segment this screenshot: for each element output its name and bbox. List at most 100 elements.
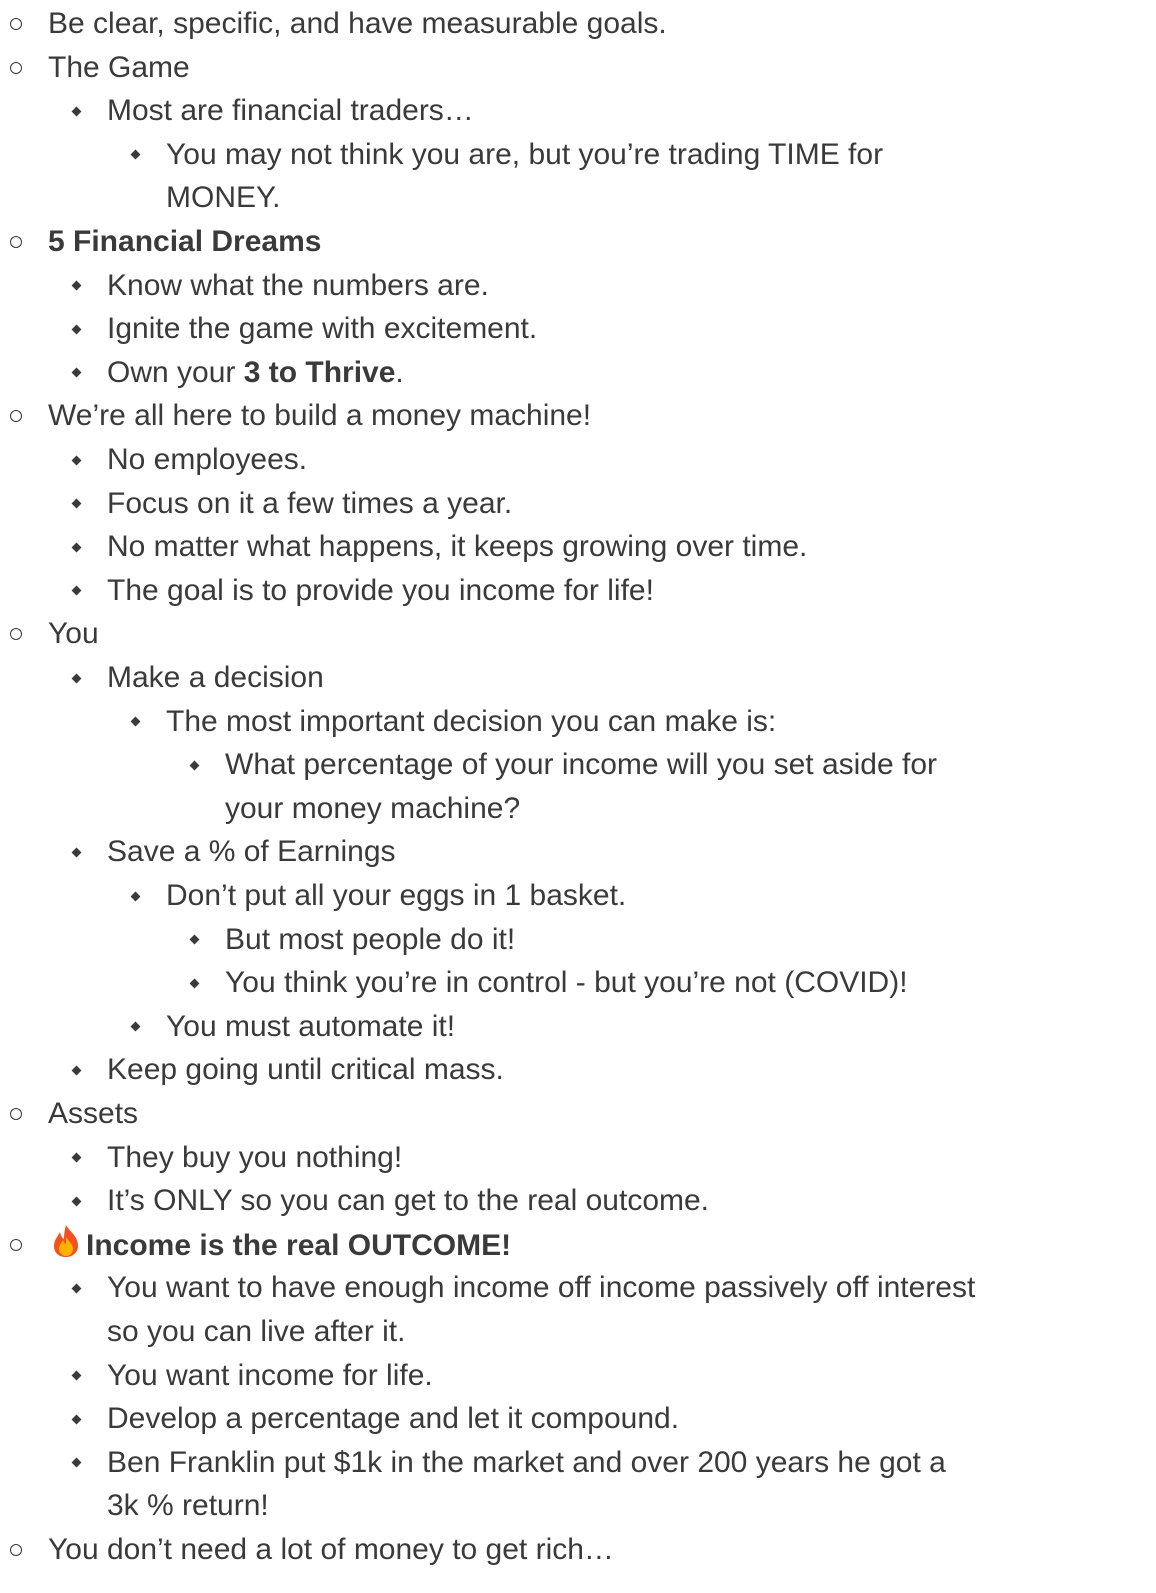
- diamond-bullet-icon: [184, 743, 204, 787]
- diamond-bullet-icon: [66, 438, 86, 482]
- outline-item-text: Be clear, specific, and have measurable …: [48, 2, 667, 46]
- circle-bullet-icon: [6, 1528, 26, 1572]
- outline-item-text: You don’t need a lot of money to get ric…: [48, 1528, 614, 1572]
- diamond-bullet-icon: [66, 1048, 86, 1092]
- fire-icon: [48, 1223, 84, 1272]
- outline-item-text: No matter what happens, it keeps growing…: [107, 525, 807, 569]
- diamond-bullet-icon: [184, 961, 204, 1005]
- outline-item-text: You want income for life.: [107, 1354, 433, 1398]
- text-segment: You want income for life.: [107, 1358, 433, 1392]
- outline-item-text: Make a decision: [107, 656, 324, 700]
- text-segment: You must automate it!: [166, 1009, 456, 1043]
- outline-item-text: Most are financial traders…: [107, 89, 474, 133]
- text-segment: .: [395, 355, 404, 389]
- text-segment: Ben Franklin put $1k in the market and o…: [107, 1445, 946, 1479]
- outline-item-text: You must automate it!: [166, 1005, 455, 1049]
- diamond-bullet-icon: [66, 1266, 86, 1310]
- outline-item-text: Income is the real OUTCOME!: [48, 1223, 511, 1267]
- text-segment: Know what the numbers are.: [107, 268, 489, 302]
- diamond-bullet-icon: [66, 351, 86, 395]
- text-segment: The Game: [48, 50, 190, 84]
- text-segment: Assets: [48, 1097, 139, 1130]
- circle-bullet-icon: [6, 220, 26, 264]
- text-segment: You want to have enough income off incom…: [107, 1271, 976, 1305]
- diamond-bullet-icon: [66, 307, 86, 351]
- text-segment: Don’t put all your eggs in 1 basket.: [166, 879, 627, 912]
- text-segment: your money machine?: [225, 791, 521, 825]
- diamond-bullet-icon: [184, 918, 204, 962]
- text-segment: No employees.: [107, 443, 308, 476]
- diamond-bullet-icon: [66, 89, 86, 133]
- outline-item-text: Know what the numbers are.: [107, 264, 489, 308]
- text-segment: 3k % return!: [107, 1489, 269, 1523]
- outline-item-text: They buy you nothing!: [107, 1136, 402, 1180]
- outline-item-text: Keep going until critical mass.: [107, 1048, 504, 1092]
- text-segment: You: [48, 617, 99, 651]
- diamond-bullet-icon: [125, 133, 145, 177]
- outline-item-text-continued: 3k % return!: [107, 1484, 269, 1528]
- outline-item-text: What percentage of your income will you …: [225, 743, 937, 787]
- outline-item-text: We’re all here to build a money machine!: [48, 394, 591, 438]
- text-segment: They buy you nothing!: [107, 1140, 403, 1174]
- diamond-bullet-icon: [66, 1397, 86, 1441]
- circle-bullet-icon: [6, 1223, 26, 1267]
- text-segment: It’s ONLY so you can get to the real out…: [107, 1184, 710, 1218]
- outline-item-text: 5 Financial Dreams: [48, 220, 321, 264]
- diamond-bullet-icon: [66, 656, 86, 700]
- text-segment: Keep going until critical mass.: [107, 1053, 504, 1087]
- diamond-bullet-icon: [66, 1136, 86, 1180]
- outline-item-text: It’s ONLY so you can get to the real out…: [107, 1179, 709, 1223]
- text-segment: so you can live after it.: [107, 1315, 406, 1348]
- outline-item-text: You think you’re in control - but you’re…: [225, 961, 908, 1005]
- outline-item-text: But most people do it!: [225, 918, 515, 962]
- text-segment: You may not think you are, but you’re tr…: [166, 137, 884, 171]
- diamond-bullet-icon: [66, 569, 86, 613]
- text-segment: Make a decision: [107, 661, 324, 694]
- text-segment: Focus on it a few times a year.: [107, 486, 513, 520]
- outline-item-text: Don’t put all your eggs in 1 basket.: [166, 874, 626, 918]
- circle-bullet-icon: [6, 1092, 26, 1136]
- diamond-bullet-icon: [66, 525, 86, 569]
- outline-item-text-continued: your money machine?: [225, 787, 520, 831]
- diamond-bullet-icon: [125, 874, 145, 918]
- text-segment: The goal is to provide you income for li…: [107, 573, 654, 607]
- outline-item-text: Develop a percentage and let it compound…: [107, 1397, 679, 1441]
- outline-item-text: The Game: [48, 46, 190, 90]
- text-segment: Develop a percentage and let it compound…: [107, 1402, 680, 1436]
- text-segment: The most important decision you can make…: [166, 704, 777, 738]
- diamond-bullet-icon: [125, 700, 145, 744]
- bold-text: Income is the real OUTCOME!: [86, 1228, 512, 1262]
- text-segment: MONEY.: [166, 181, 281, 215]
- outline-item-text-continued: so you can live after it.: [107, 1310, 405, 1354]
- outline-item-text: You: [48, 612, 99, 656]
- diamond-bullet-icon: [66, 1354, 86, 1398]
- text-segment: But most people do it!: [225, 922, 516, 956]
- outline-item-text: You want to have enough income off incom…: [107, 1266, 975, 1310]
- outline-item-text: Ben Franklin put $1k in the market and o…: [107, 1441, 946, 1485]
- diamond-bullet-icon: [66, 264, 86, 308]
- outline-item-text: You may not think you are, but you’re tr…: [166, 133, 883, 177]
- outline-item-text: Ignite the game with excitement.: [107, 307, 537, 351]
- circle-bullet-icon: [6, 394, 26, 438]
- text-segment: Save a % of Earnings: [107, 835, 396, 869]
- outline-item-text-continued: MONEY.: [166, 176, 280, 220]
- diamond-bullet-icon: [66, 1441, 86, 1485]
- diamond-bullet-icon: [125, 1005, 145, 1049]
- outline-item-text: Focus on it a few times a year.: [107, 482, 512, 526]
- text-segment: Be clear, specific, and have measurable …: [48, 7, 667, 40]
- outline-item-text: Assets: [48, 1092, 138, 1136]
- text-segment: You don’t need a lot of money to get ric…: [48, 1533, 614, 1566]
- text-segment: No matter what happens, it keeps growing…: [107, 530, 808, 564]
- outline-item-text: No employees.: [107, 438, 307, 482]
- bold-text: 5 Financial Dreams: [48, 225, 322, 258]
- text-segment: We’re all here to build a money machine!: [48, 399, 592, 433]
- circle-bullet-icon: [6, 612, 26, 656]
- outline-item-text: The most important decision you can make…: [166, 700, 776, 744]
- text-segment: Ignite the game with excitement.: [107, 312, 538, 346]
- outline-item-text: Save a % of Earnings: [107, 830, 396, 874]
- bold-text: 3 to Thrive: [243, 355, 396, 389]
- text-segment: You think you’re in control - but you’re…: [225, 966, 908, 1000]
- circle-bullet-icon: [6, 46, 26, 90]
- diamond-bullet-icon: [66, 482, 86, 526]
- text-segment: Most are financial traders…: [107, 94, 474, 128]
